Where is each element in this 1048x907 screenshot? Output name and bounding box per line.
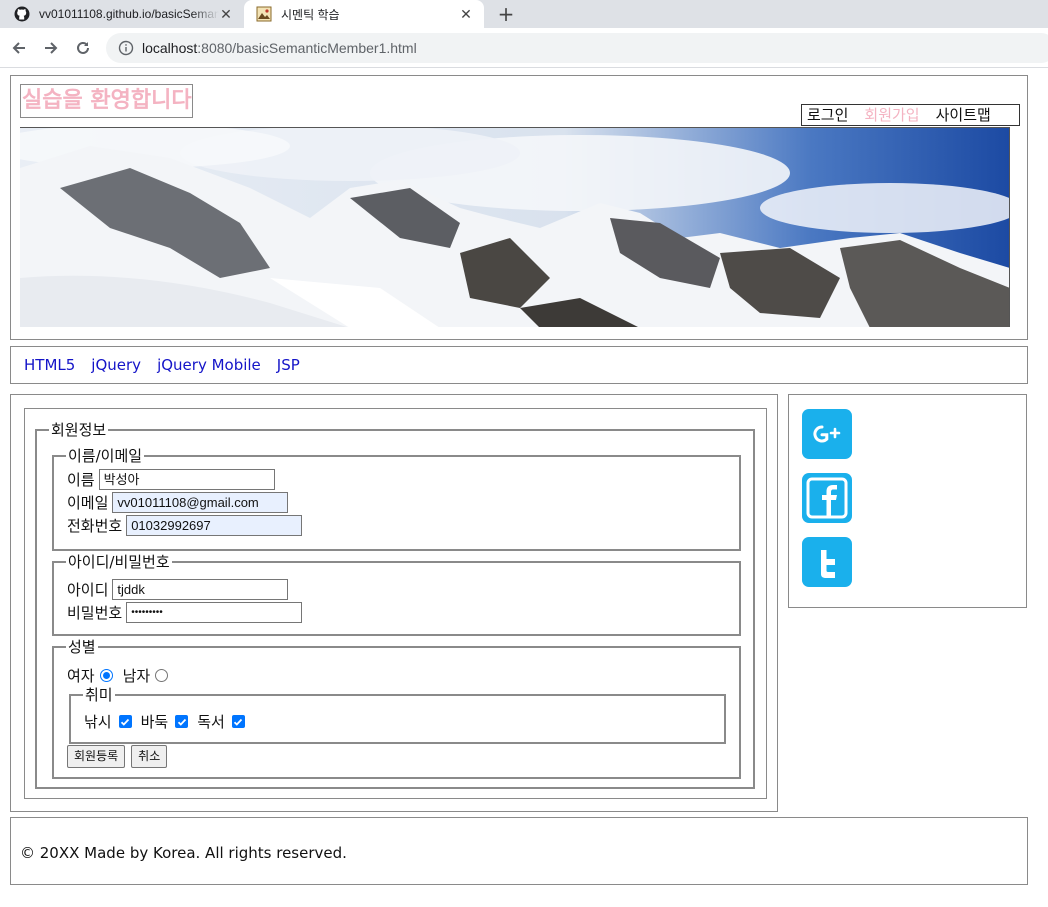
browser-tabstrip: vv01011108.github.io/basicSemanticMember… (0, 0, 1048, 28)
main-section: 회원정보 이름/이메일 이름 박성아 이메일 vv01011108@gmail.… (10, 394, 778, 812)
nav-item-jquery-mobile[interactable]: jQuery Mobile (157, 356, 261, 374)
submit-button[interactable]: 회원등록 (67, 745, 126, 768)
page-header: 실습을 환영합니다 로그인 회원가입 사이트맵 (10, 75, 1028, 340)
main-nav: HTML5 jQuery jQuery Mobile JSP (10, 346, 1028, 384)
form-buttons: 회원등록 취소 (67, 745, 173, 768)
name-input[interactable]: 박성아 (98, 469, 275, 490)
nav-item-html5[interactable]: HTML5 (24, 356, 75, 374)
male-label: 남자 (122, 667, 151, 685)
name-row: 이름 박성아 (67, 469, 275, 490)
url-path: :8080/basicSemanticMember1.html (197, 40, 417, 56)
name-email-fieldset: 이름/이메일 이름 박성아 이메일 vv01011108@gmail.com 전… (52, 447, 741, 551)
google-plus-icon[interactable] (802, 409, 852, 459)
female-label: 여자 (67, 667, 95, 685)
gender-row: 여자 남자 (67, 665, 178, 686)
email-row: 이메일 vv01011108@gmail.com (67, 492, 289, 513)
password-row: 비밀번호 ••••••••• (67, 602, 303, 623)
gender-legend: 성별 (66, 638, 98, 656)
female-radio[interactable] (99, 669, 113, 682)
facebook-icon[interactable] (802, 473, 852, 523)
browser-toolbar: localhost:8080/basicSemanticMember1.html (0, 28, 1048, 68)
back-arrow-icon[interactable] (7, 36, 31, 60)
url-host: localhost (142, 40, 198, 56)
password-input[interactable]: ••••••••• (126, 602, 303, 623)
id-input[interactable]: tjddk (112, 579, 289, 600)
tab-title: vv01011108.github.io/basicSemanticMember… (39, 7, 219, 21)
browser-tab-github[interactable]: vv01011108.github.io/basicSemanticMember… (0, 0, 244, 28)
copyright-text: © 20XX Made by Korea. All rights reserve… (20, 844, 347, 862)
email-input[interactable]: vv01011108@gmail.com (112, 492, 289, 513)
checkmark-icon (234, 718, 243, 726)
cancel-button[interactable]: 취소 (131, 745, 168, 768)
reload-icon[interactable] (71, 36, 95, 60)
nav-item-jsp[interactable]: JSP (277, 356, 300, 374)
top-links: 로그인 회원가입 사이트맵 (801, 104, 1020, 126)
account-legend: 아이디/비밀번호 (66, 553, 172, 571)
id-label: 아이디 (67, 581, 109, 599)
checkmark-icon (177, 718, 186, 726)
form-container: 회원정보 이름/이메일 이름 박성아 이메일 vv01011108@gmail.… (24, 408, 767, 799)
phone-input[interactable]: 01032992697 (126, 515, 303, 536)
hobby-legend: 취미 (83, 686, 115, 704)
member-info-legend: 회원정보 (49, 421, 109, 439)
close-icon[interactable]: ✕ (458, 6, 474, 22)
hobby-label-baduk: 바둑 (140, 713, 169, 731)
id-row: 아이디 tjddk (67, 579, 289, 600)
github-icon (14, 6, 30, 22)
signup-link[interactable]: 회원가입 (864, 105, 919, 125)
aside-social (788, 394, 1027, 608)
twitter-icon[interactable] (802, 537, 852, 587)
fishing-checkbox[interactable] (118, 715, 132, 728)
close-icon[interactable]: ✕ (218, 6, 234, 22)
name-email-legend: 이름/이메일 (66, 447, 145, 465)
name-label: 이름 (67, 471, 95, 489)
site-title: 실습을 환영합니다 (20, 84, 193, 118)
banner-image-mountains (20, 127, 1010, 327)
account-fieldset: 아이디/비밀번호 아이디 tjddk 비밀번호 ••••••••• (52, 553, 741, 636)
password-label: 비밀번호 (67, 604, 123, 622)
hobby-fieldset: 취미 낚시 바둑 독서 (69, 686, 726, 744)
checkmark-icon (120, 718, 130, 726)
new-tab-plus-icon[interactable]: + (495, 3, 517, 25)
member-info-fieldset: 회원정보 이름/이메일 이름 박성아 이메일 vv01011108@gmail.… (35, 421, 755, 789)
reading-checkbox[interactable] (231, 715, 245, 728)
phone-row: 전화번호 01032992697 (67, 515, 303, 536)
hobby-label-reading: 독서 (197, 713, 225, 731)
forward-arrow-icon[interactable] (39, 36, 63, 60)
nav-item-jquery[interactable]: jQuery (91, 356, 141, 374)
page-favicon-icon (256, 6, 272, 22)
hobby-row: 낚시 바둑 독서 (84, 711, 254, 732)
page-footer: © 20XX Made by Korea. All rights reserve… (10, 817, 1028, 885)
tab-title: 시멘틱 학습 (281, 7, 340, 22)
info-icon[interactable] (118, 40, 134, 56)
login-link[interactable]: 로그인 (807, 105, 848, 125)
email-label: 이메일 (67, 494, 109, 512)
phone-label: 전화번호 (67, 517, 123, 535)
nav-menu: HTML5 jQuery jQuery Mobile JSP (24, 347, 316, 383)
baduk-checkbox[interactable] (175, 715, 189, 728)
male-radio[interactable] (155, 669, 169, 682)
gender-fieldset: 성별 여자 남자 취미 낚시 바둑 독서 회원등록 취소 (52, 638, 741, 779)
sitemap-link[interactable]: 사이트맵 (936, 105, 991, 125)
hobby-label-fishing: 낚시 (84, 713, 112, 731)
address-bar[interactable]: localhost:8080/basicSemanticMember1.html (106, 33, 1048, 63)
page-content: 실습을 환영합니다 로그인 회원가입 사이트맵 HTML5 jQuery jQu… (0, 68, 1048, 907)
browser-tab-semantic[interactable]: 시멘틱 학습 ✕ (244, 0, 484, 28)
